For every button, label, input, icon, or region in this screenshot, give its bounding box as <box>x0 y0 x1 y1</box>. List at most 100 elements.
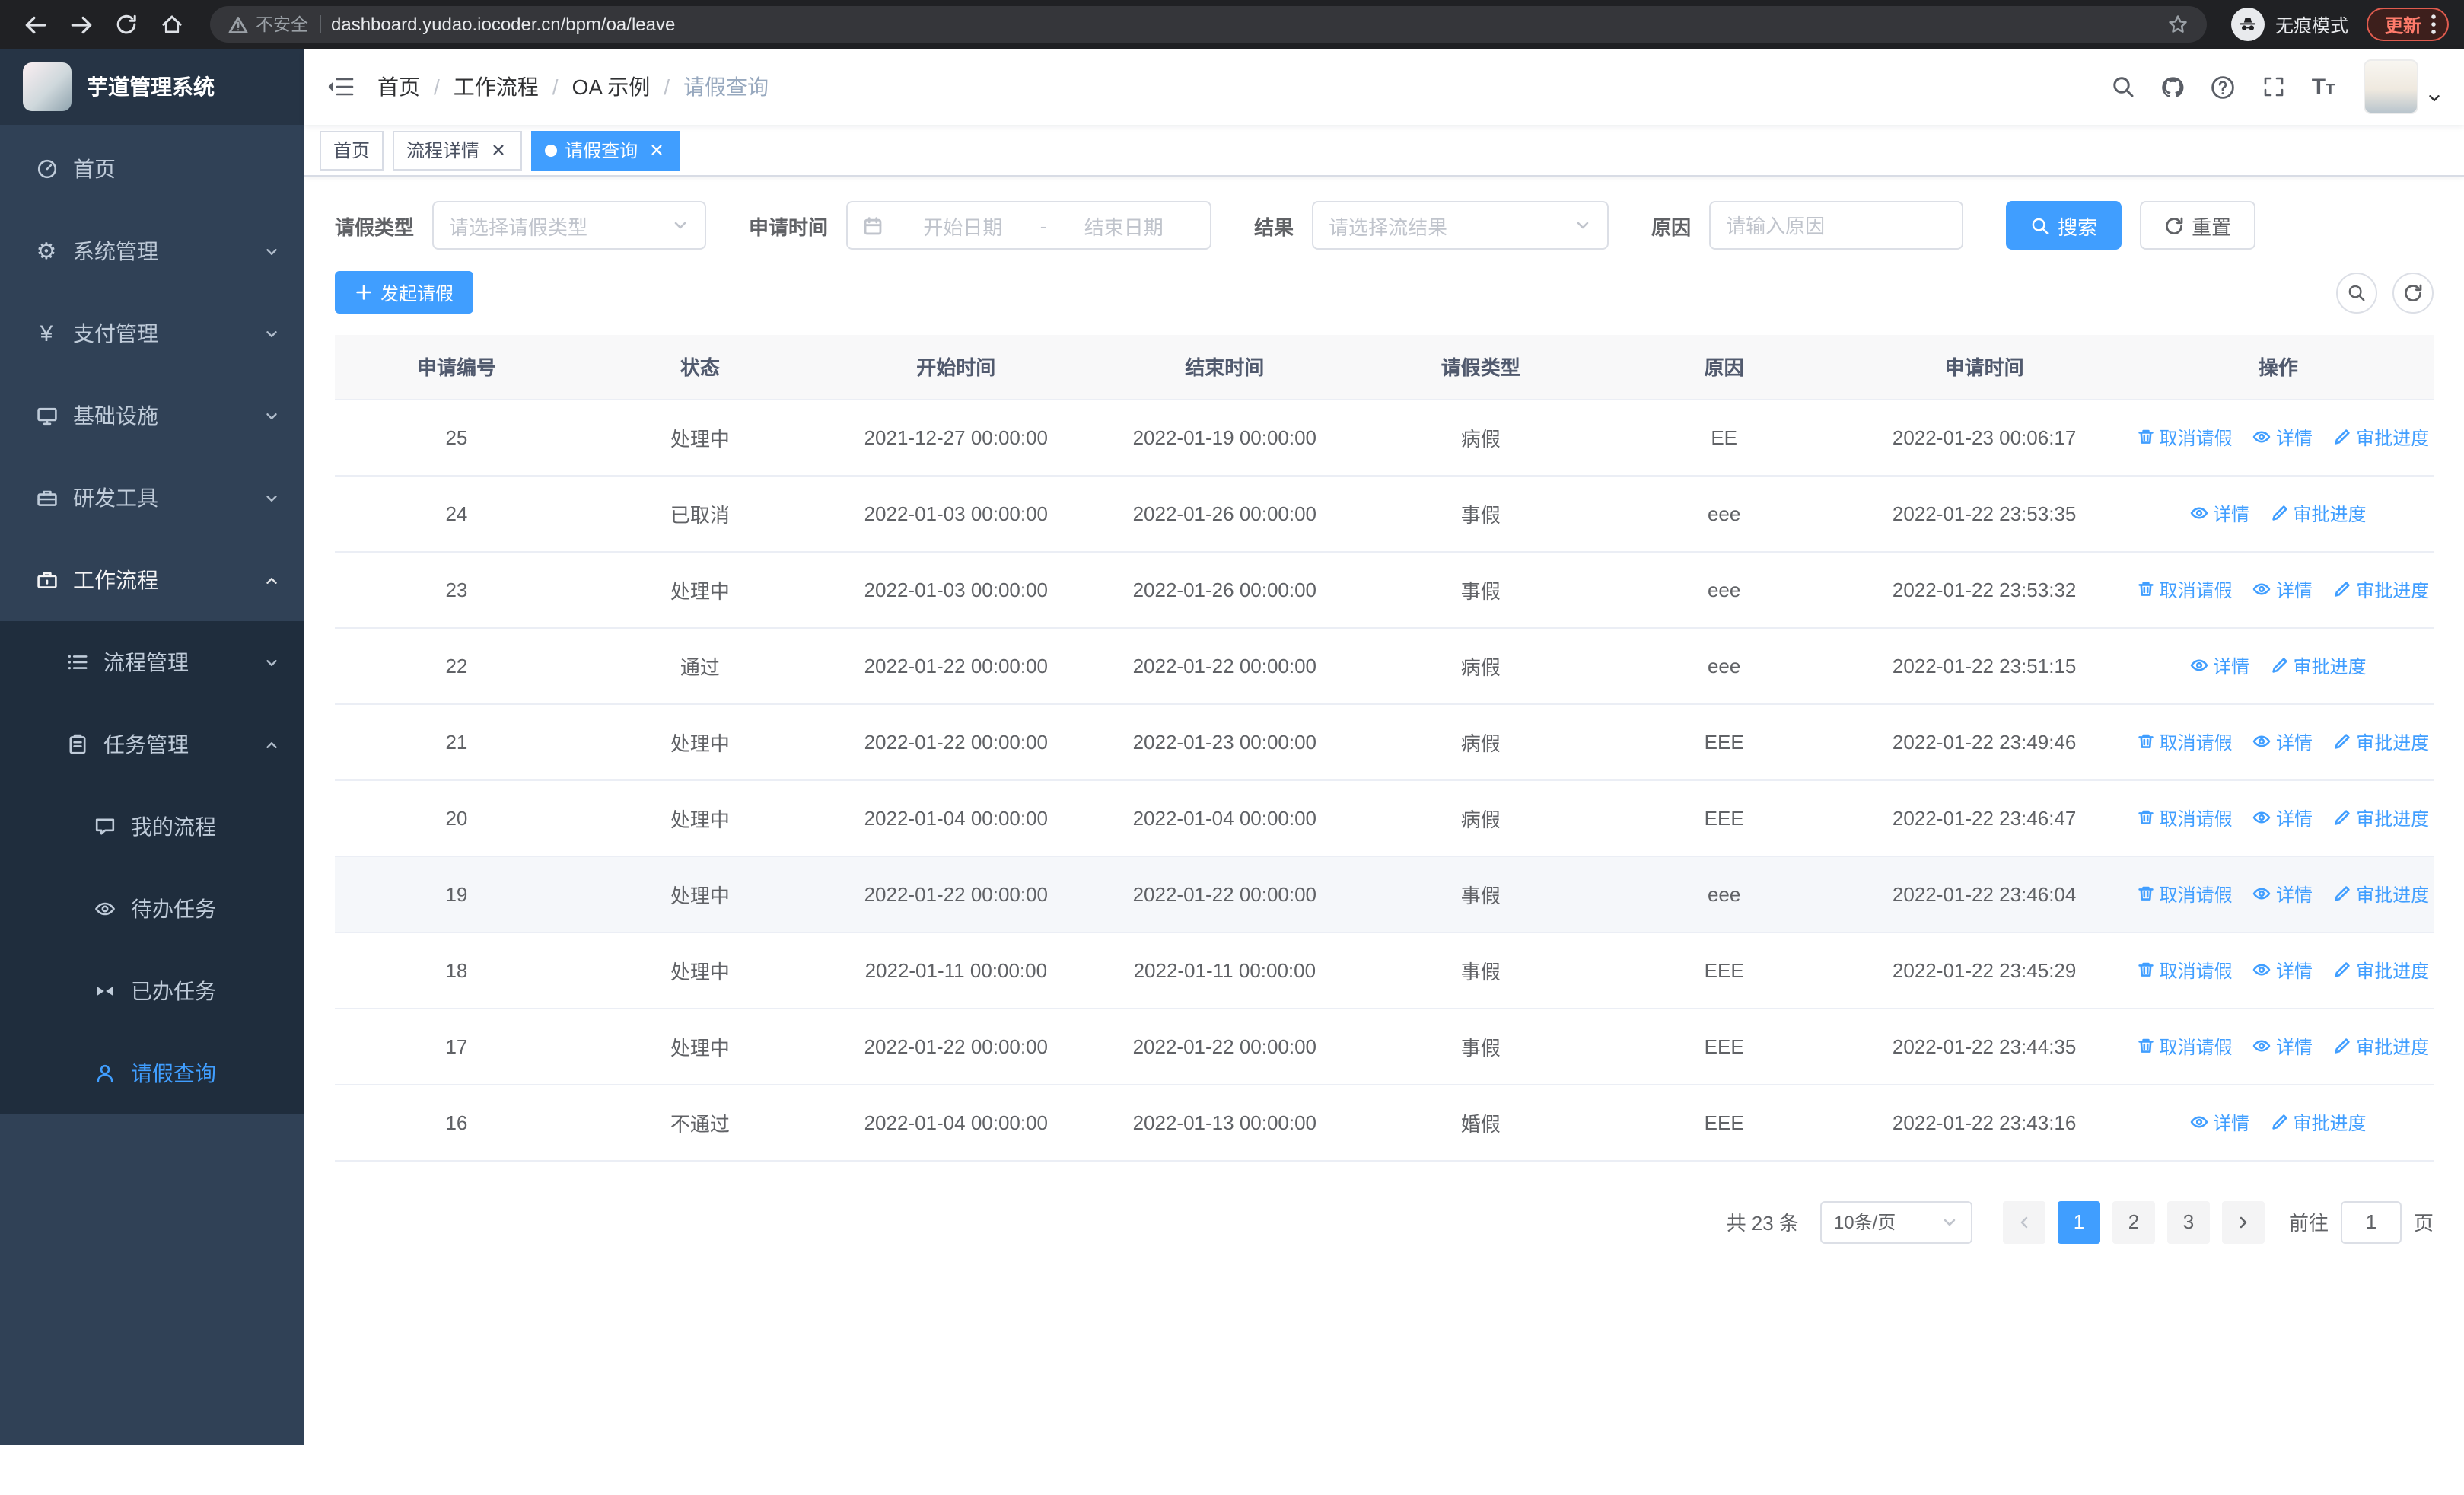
cell-start: 2022-01-03 00:00:00 <box>821 475 1090 552</box>
progress-label: 审批进度 <box>2356 579 2430 601</box>
search-button[interactable]: 搜索 <box>2006 201 2122 250</box>
fullscreen-icon[interactable] <box>2248 49 2298 125</box>
breadcrumb-oa-example[interactable]: OA 示例 <box>572 72 651 102</box>
cancel-leave-link[interactable]: 取消请假 <box>2137 424 2233 450</box>
cancel-leave-link[interactable]: 取消请假 <box>2137 805 2233 830</box>
url-text: dashboard.yudao.iocoder.cn/bpm/oa/leave <box>331 14 676 35</box>
cancel-leave-link[interactable]: 取消请假 <box>2137 728 2233 754</box>
tab-process-detail[interactable]: 流程详情 <box>393 130 523 170</box>
apply-time-range-picker[interactable]: 开始日期 - 结束日期 <box>846 201 1212 250</box>
home-button[interactable] <box>152 5 192 44</box>
prev-page-button[interactable] <box>2002 1200 2045 1243</box>
breadcrumb-separator: / <box>664 75 670 99</box>
cell-type: 事假 <box>1358 551 1603 628</box>
leave-type-select[interactable]: 请选择请假类型 <box>432 201 707 250</box>
cancel-leave-label: 取消请假 <box>2159 960 2233 982</box>
update-button[interactable]: 更新 <box>2366 8 2449 41</box>
progress-link[interactable]: 审批进度 <box>2270 500 2366 526</box>
close-tab-icon[interactable] <box>487 139 508 161</box>
cancel-leave-link[interactable]: 取消请假 <box>2137 576 2233 602</box>
user-menu[interactable] <box>2364 59 2443 114</box>
cell-status: 处理中 <box>578 779 822 856</box>
result-select[interactable]: 请选择流结果 <box>1312 201 1609 250</box>
page-size-select[interactable]: 10条/页 <box>1819 1200 1972 1243</box>
goto-label: 前往 <box>2288 1212 2329 1235</box>
cell-type: 病假 <box>1358 627 1603 704</box>
breadcrumb-workflow[interactable]: 工作流程 <box>454 72 539 102</box>
page-button-1[interactable]: 1 <box>2057 1200 2100 1243</box>
dashboard-icon <box>33 158 59 180</box>
sidebar-item-process-management[interactable]: 流程管理 <box>0 621 304 703</box>
menu-kebab-icon[interactable] <box>2431 14 2437 35</box>
col-end-time: 结束时间 <box>1090 335 1359 400</box>
help-icon[interactable] <box>2198 49 2248 125</box>
progress-link[interactable]: 审批进度 <box>2270 652 2366 678</box>
sidebar-item-system[interactable]: ⚙ 系统管理 <box>0 210 304 292</box>
progress-link[interactable]: 审批进度 <box>2333 576 2429 602</box>
sidebar-item-my-processes[interactable]: 我的流程 <box>0 786 304 868</box>
sidebar-item-todo-tasks[interactable]: 待办任务 <box>0 868 304 950</box>
reset-button[interactable]: 重置 <box>2140 201 2256 250</box>
address-bar[interactable]: 不安全 dashboard.yudao.iocoder.cn/bpm/oa/le… <box>210 6 2207 43</box>
create-leave-button[interactable]: 发起请假 <box>335 271 474 314</box>
sidebar-item-home[interactable]: 首页 <box>0 128 304 210</box>
tab-home[interactable]: 首页 <box>320 130 384 170</box>
progress-link[interactable]: 审批进度 <box>2333 881 2429 907</box>
refresh-table-button[interactable] <box>2392 272 2434 313</box>
progress-link[interactable]: 审批进度 <box>2270 1109 2366 1135</box>
cancel-leave-link[interactable]: 取消请假 <box>2137 881 2233 907</box>
detail-link[interactable]: 详情 <box>2253 881 2313 907</box>
github-icon[interactable] <box>2147 49 2198 125</box>
cell-status: 处理中 <box>578 703 822 780</box>
sidebar-item-task-management[interactable]: 任务管理 <box>0 703 304 786</box>
back-button[interactable] <box>15 5 55 44</box>
cell-applied: 2022-01-22 23:49:46 <box>1845 703 2123 780</box>
search-icon[interactable] <box>2097 49 2147 125</box>
sidebar-item-infrastructure[interactable]: 基础设施 <box>0 375 304 457</box>
next-page-button[interactable] <box>2221 1200 2265 1243</box>
close-tab-icon[interactable] <box>645 139 667 161</box>
forward-button[interactable] <box>61 5 100 44</box>
detail-link[interactable]: 详情 <box>2190 652 2249 678</box>
cancel-leave-link[interactable]: 取消请假 <box>2137 1033 2233 1059</box>
sidebar-item-done-tasks[interactable]: 已办任务 <box>0 950 304 1032</box>
detail-link[interactable]: 详情 <box>2253 424 2313 450</box>
table-header-row: 申请编号 状态 开始时间 结束时间 请假类型 原因 申请时间 操作 <box>335 335 2434 400</box>
reset-button-label: 重置 <box>2192 215 2232 238</box>
sidebar-item-leave-query[interactable]: 请假查询 <box>0 1032 304 1114</box>
cell-type: 事假 <box>1358 932 1603 1009</box>
progress-link[interactable]: 审批进度 <box>2333 1033 2429 1059</box>
detail-link[interactable]: 详情 <box>2190 500 2249 526</box>
tab-leave-query[interactable]: 请假查询 <box>531 130 681 170</box>
detail-link[interactable]: 详情 <box>2253 805 2313 830</box>
detail-link[interactable]: 详情 <box>2253 957 2313 983</box>
breadcrumb-home[interactable]: 首页 <box>377 72 420 102</box>
avatar[interactable] <box>2364 59 2418 114</box>
progress-link[interactable]: 审批进度 <box>2333 805 2429 830</box>
detail-link[interactable]: 详情 <box>2190 1109 2249 1135</box>
cell-operations: 取消请假 详情 审批进度 <box>2122 856 2434 932</box>
progress-link[interactable]: 审批进度 <box>2333 728 2429 754</box>
toggle-search-button[interactable] <box>2336 272 2377 313</box>
detail-link[interactable]: 详情 <box>2253 576 2313 602</box>
bookmark-star-icon[interactable] <box>2167 14 2189 35</box>
font-size-icon[interactable]: TT <box>2298 49 2348 125</box>
goto-page-input[interactable] <box>2340 1200 2402 1243</box>
progress-link[interactable]: 审批进度 <box>2333 424 2429 450</box>
progress-link[interactable]: 审批进度 <box>2333 957 2429 983</box>
cell-status: 处理中 <box>578 399 822 476</box>
detail-link[interactable]: 详情 <box>2253 728 2313 754</box>
reload-button[interactable] <box>107 5 146 44</box>
sidebar-toggle-icon[interactable] <box>304 49 377 125</box>
sidebar-item-devtools[interactable]: 研发工具 <box>0 457 304 539</box>
page-button-3[interactable]: 3 <box>2166 1200 2210 1243</box>
cancel-leave-link[interactable]: 取消请假 <box>2137 957 2233 983</box>
app-logo[interactable]: 芋道管理系统 <box>0 49 304 125</box>
detail-label: 详情 <box>2275 808 2313 830</box>
sidebar-item-payment[interactable]: ¥ 支付管理 <box>0 292 304 375</box>
detail-link[interactable]: 详情 <box>2253 1033 2313 1059</box>
page-button-2[interactable]: 2 <box>2112 1200 2155 1243</box>
col-leave-type: 请假类型 <box>1358 335 1603 400</box>
reason-input[interactable] <box>1711 202 1963 248</box>
sidebar-item-workflow[interactable]: 工作流程 <box>0 539 304 621</box>
